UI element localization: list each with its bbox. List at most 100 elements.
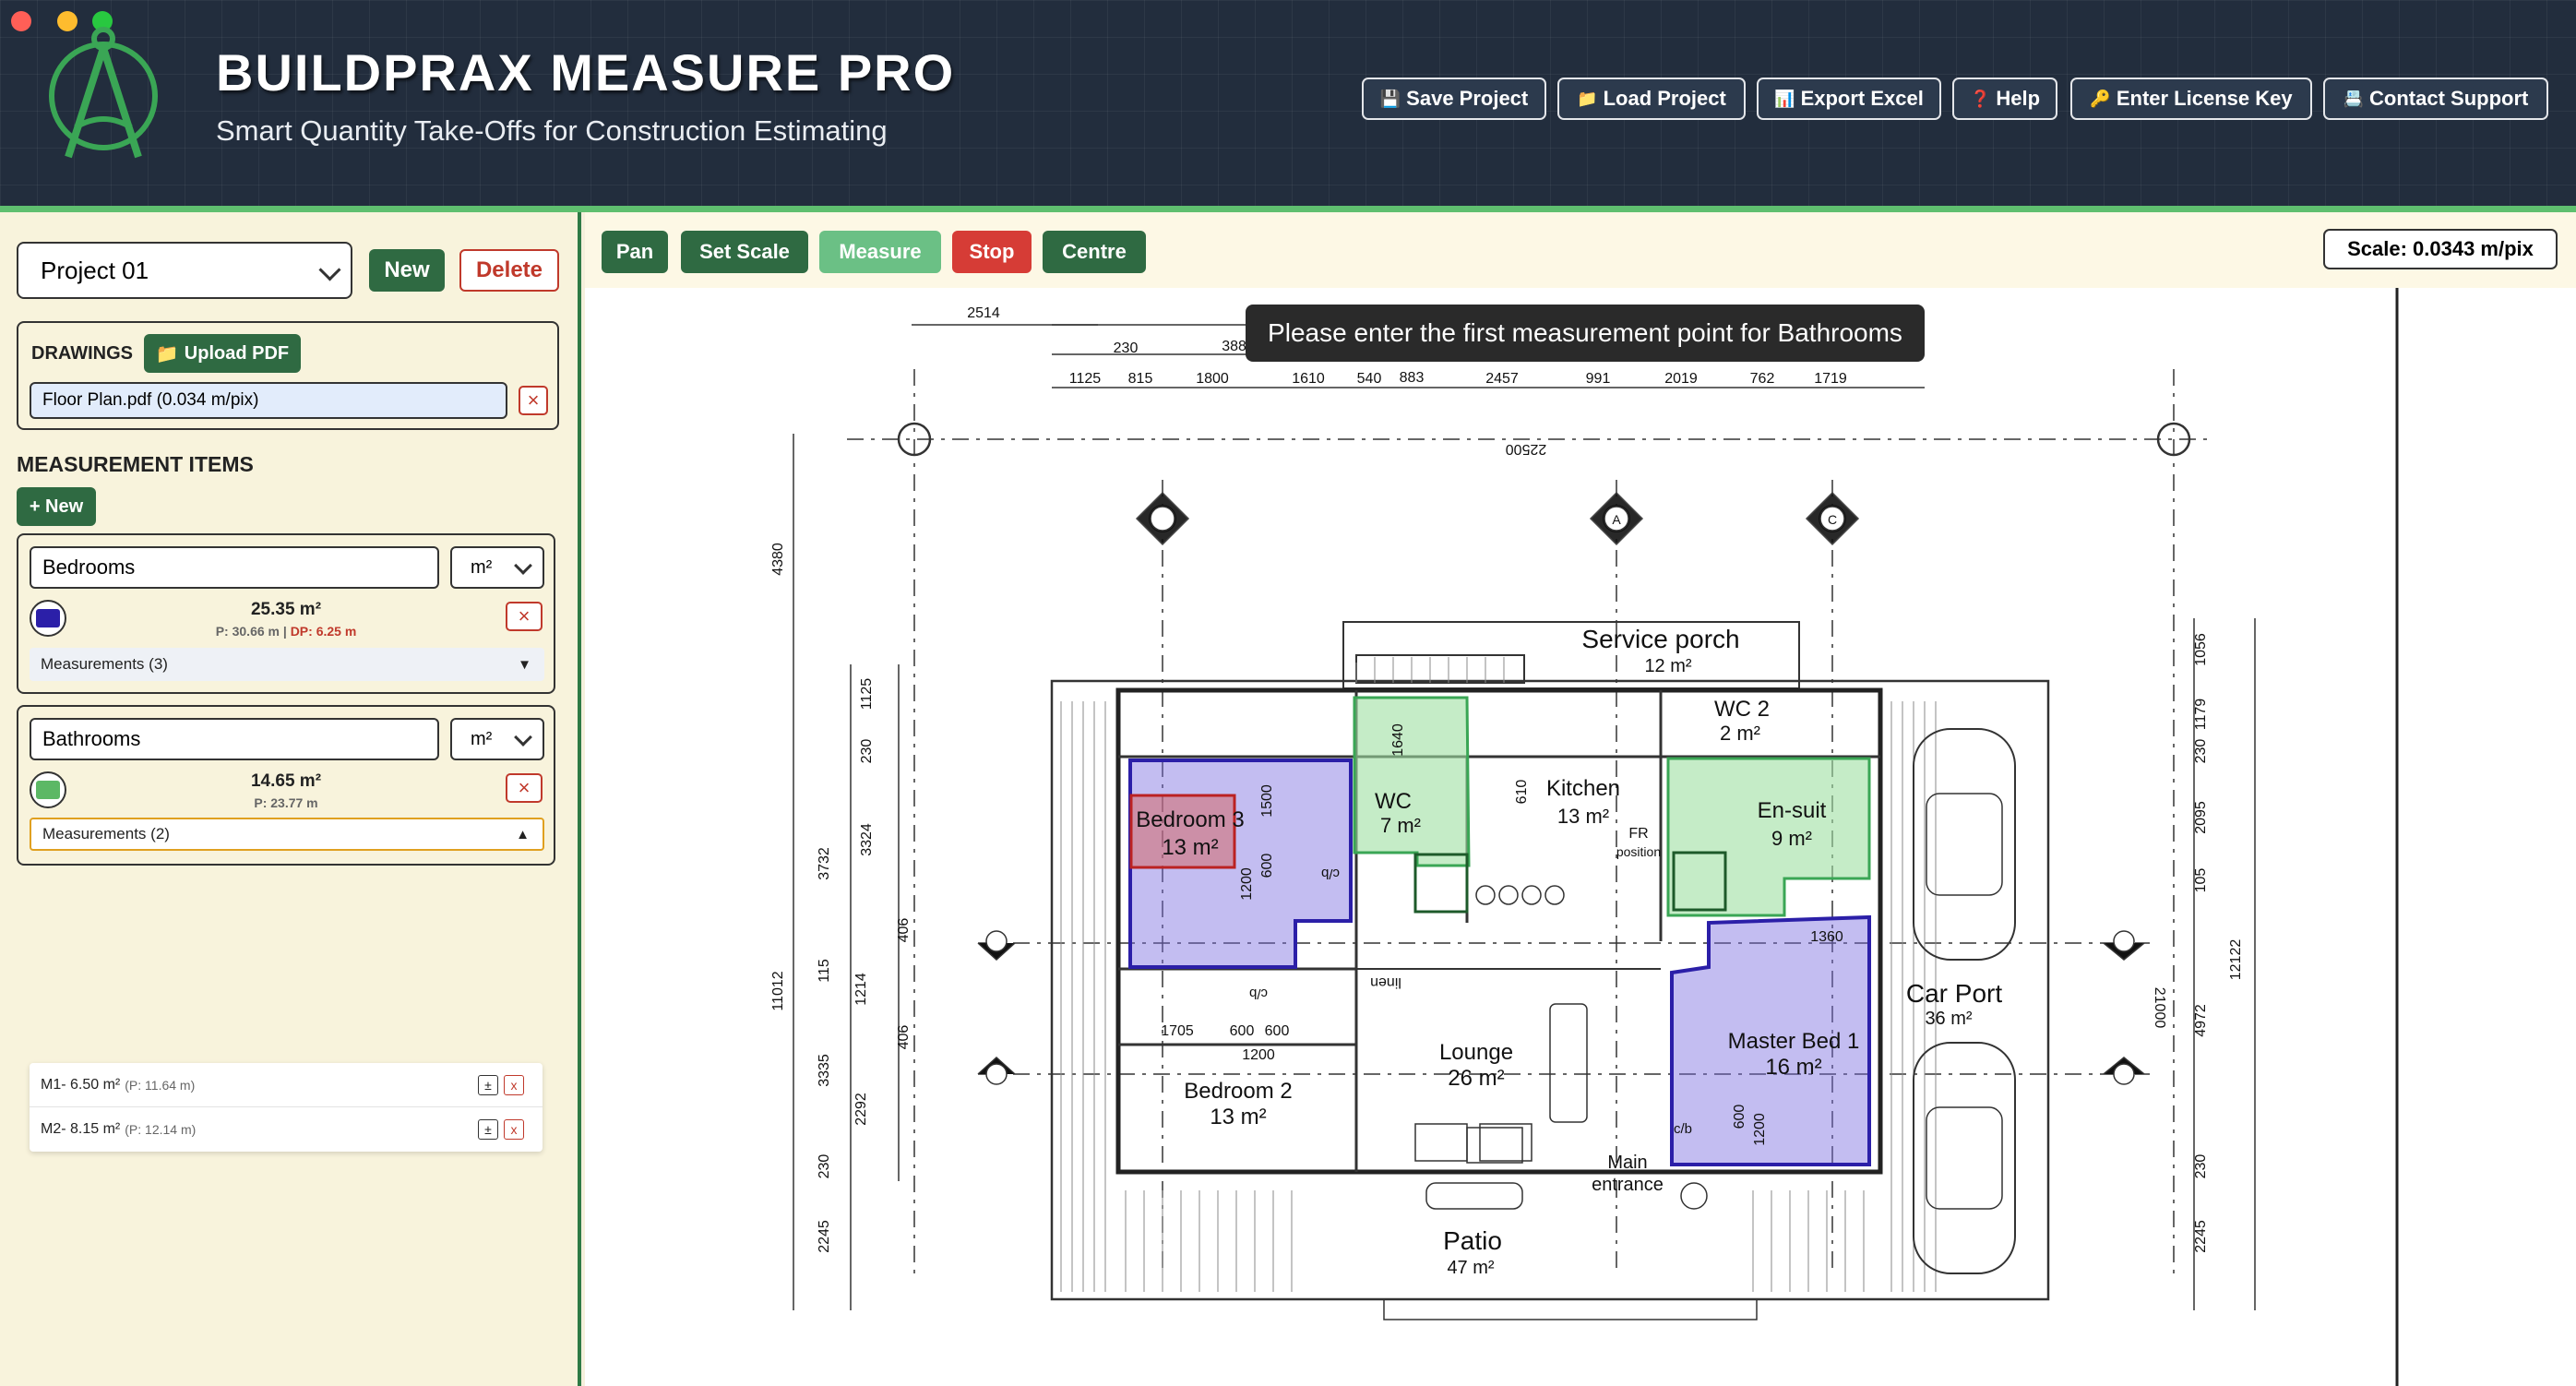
measurements-toggle[interactable]: Measurements (2) ▲ <box>30 818 544 851</box>
help-button[interactable]: ❓ Help <box>1952 78 2057 120</box>
dimension-label: 1200 <box>1239 867 1255 901</box>
item-name-input[interactable]: Bathrooms <box>30 718 439 760</box>
dimension-label: 2457 <box>1485 371 1519 387</box>
dimension-label: 610 <box>1514 780 1530 805</box>
dimension-label: 1125 <box>1069 371 1102 387</box>
dimension-label: 1125 <box>859 678 875 711</box>
question-icon: ❓ <box>1969 89 1991 108</box>
room-label: entrance <box>1592 1175 1664 1195</box>
item-perimeter: P: 30.66 m | DP: 6.25 m <box>215 624 357 639</box>
key-icon: 🔑 <box>2090 89 2111 108</box>
item-name-input[interactable]: Bedrooms <box>30 546 439 589</box>
dimension-label: 600 <box>1265 1023 1290 1039</box>
dimension-label: 1360 <box>1810 929 1843 945</box>
close-icon: × <box>518 776 531 799</box>
caret-down-icon: ▼ <box>518 656 531 673</box>
dimension-label: 1610 <box>1292 371 1325 387</box>
dimension-label: 105 <box>2193 868 2209 893</box>
dimension-label: 815 <box>1128 371 1153 387</box>
item-perimeter: P: 23.77 m <box>254 795 318 810</box>
room-label: Main <box>1607 1153 1647 1173</box>
drawing-canvas[interactable]: 14720 2514 230 3888 125 2000 3365 3900 1… <box>585 288 2576 1386</box>
dimension-label: 230 <box>1114 341 1139 356</box>
room-label: WC <box>1375 789 1412 814</box>
chart-icon: 📊 <box>1774 89 1795 108</box>
window-close-dot[interactable] <box>11 11 31 31</box>
pan-button[interactable]: Pan <box>602 231 668 273</box>
item-unit-select[interactable]: m² <box>450 718 544 760</box>
chevron-down-icon <box>514 728 532 747</box>
drawing-file-field[interactable]: Floor Plan.pdf (0.034 m/pix) <box>30 382 507 419</box>
compass-logo-icon <box>49 27 158 159</box>
scale-readout: Scale: 0.0343 m/pix <box>2323 229 2558 269</box>
measure-prompt-tooltip: Please enter the first measurement point… <box>1246 305 1925 362</box>
dimension-label: 1200 <box>1752 1113 1768 1146</box>
item-unit-select[interactable]: m² <box>450 546 544 589</box>
save-project-button[interactable]: 💾 Save Project <box>1362 78 1546 120</box>
room-label: Bedroom 2 <box>1184 1079 1292 1104</box>
app-header: BUILDPRAX MEASURE PRO Smart Quantity Tak… <box>0 0 2576 212</box>
floor-plan-drawing[interactable]: 14720 2514 230 3888 125 2000 3365 3900 1… <box>585 288 2576 1386</box>
grid-marker-label: C <box>1828 512 1837 527</box>
room-label: Lounge <box>1439 1040 1513 1065</box>
adjust-measurement-button[interactable]: ± <box>478 1119 498 1140</box>
adjust-measurement-button[interactable]: ± <box>478 1075 498 1095</box>
room-area: 12 m² <box>1644 656 1691 676</box>
delete-measurement-button[interactable]: x <box>504 1075 524 1095</box>
room-area: 16 m² <box>1765 1055 1821 1080</box>
drawings-label: DRAWINGS <box>31 343 133 364</box>
dimension-label: 3732 <box>817 847 832 880</box>
room-label: linen <box>1370 974 1401 990</box>
dimension-label: 406 <box>896 1025 912 1050</box>
contact-support-button[interactable]: 📇 Contact Support <box>2323 78 2548 120</box>
caret-up-icon: ▲ <box>516 826 530 842</box>
delete-project-button[interactable]: Delete <box>459 249 559 292</box>
room-area: 7 m² <box>1380 814 1421 837</box>
measurement-row[interactable]: M1- 6.50 m² (P: 11.64 m) ± x <box>30 1063 543 1107</box>
dimension-label: 230 <box>2193 739 2209 764</box>
upload-pdf-button[interactable]: 📁 Upload PDF <box>144 334 301 373</box>
app-title: BUILDPRAX MEASURE PRO <box>216 43 956 102</box>
measure-button[interactable]: Measure <box>819 231 941 273</box>
dimension-label: 762 <box>1750 371 1775 387</box>
dimension-label: 600 <box>1259 854 1275 878</box>
set-scale-button[interactable]: Set Scale <box>681 231 808 273</box>
delete-item-button[interactable]: × <box>506 773 543 803</box>
project-select[interactable]: Project 01 <box>17 242 352 299</box>
remove-drawing-button[interactable]: × <box>519 386 548 415</box>
room-area: 36 m² <box>1925 1009 1972 1029</box>
dimension-label: 1056 <box>2193 633 2209 666</box>
folder-icon: 📁 <box>155 343 179 364</box>
dimension-label: 406 <box>896 918 912 943</box>
measurement-items-title: MEASUREMENT ITEMS <box>17 452 254 476</box>
chevron-down-icon <box>514 556 532 575</box>
dimension-label: 230 <box>817 1154 832 1179</box>
room-area: 26 m² <box>1448 1066 1504 1091</box>
room-label: Patio <box>1443 1226 1502 1255</box>
enter-license-key-button[interactable]: 🔑 Enter License Key <box>2070 78 2312 120</box>
room-area: 2 m² <box>1720 722 1760 745</box>
room-label: Car Port <box>1906 979 2002 1008</box>
chevron-down-icon <box>318 258 341 281</box>
room-area: 9 m² <box>1771 827 1812 850</box>
measurements-toggle[interactable]: Measurements (3) ▼ <box>30 648 544 681</box>
delete-measurement-button[interactable]: x <box>504 1119 524 1140</box>
close-icon: × <box>518 604 531 627</box>
export-excel-button[interactable]: 📊 Export Excel <box>1757 78 1941 120</box>
card-icon: 📇 <box>2343 89 2365 108</box>
dimension-label: 1500 <box>1259 784 1275 818</box>
new-measurement-item-button[interactable]: + New <box>17 487 96 526</box>
load-project-button[interactable]: 📁 Load Project <box>1557 78 1746 120</box>
grid-marker-label: A <box>1612 512 1621 527</box>
floppy-icon: 💾 <box>1379 89 1401 108</box>
dimension-label: 1705 <box>1161 1023 1194 1039</box>
dimension-label: 2514 <box>967 305 1000 321</box>
delete-item-button[interactable]: × <box>506 602 543 631</box>
new-project-button[interactable]: New <box>369 249 445 292</box>
dimension-label: 1214 <box>853 973 869 1006</box>
measurement-row[interactable]: M2- 8.15 m² (P: 12.14 m) ± x <box>30 1107 543 1152</box>
centre-button[interactable]: Centre <box>1043 231 1146 273</box>
room-label: En-suit <box>1758 798 1827 823</box>
item-area: 14.65 m² <box>250 771 322 791</box>
stop-button[interactable]: Stop <box>952 231 1032 273</box>
